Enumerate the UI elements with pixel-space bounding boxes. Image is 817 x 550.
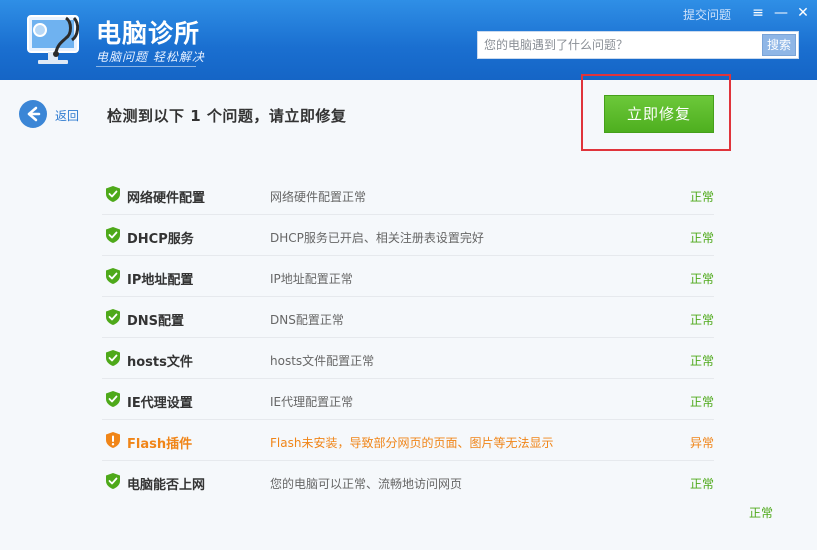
- check-name: DNS配置: [127, 314, 185, 329]
- check-name: hosts文件: [127, 355, 193, 370]
- submit-question-link[interactable]: 提交问题: [683, 6, 731, 23]
- shield-check-icon: [106, 473, 120, 489]
- arrow-left-icon: [27, 106, 41, 122]
- check-desc: Flash未安装，导致部分网页的页面、图片等无法显示: [270, 436, 554, 450]
- menu-icon[interactable]: ≡: [749, 4, 767, 22]
- minimize-icon[interactable]: —: [772, 4, 790, 22]
- check-name: DHCP服务: [127, 232, 194, 247]
- search-box: 搜索: [477, 31, 799, 59]
- check-row-network-hardware: 网络硬件配置 网络硬件配置正常 正常: [102, 174, 714, 215]
- check-row-flash: Flash插件 Flash未安装，导致部分网页的页面、图片等无法显示 异常: [102, 420, 714, 461]
- check-status: 正常: [689, 395, 714, 409]
- check-desc: hosts文件配置正常: [270, 354, 375, 368]
- check-status: 正常: [689, 190, 714, 204]
- shield-check-icon: [106, 350, 120, 366]
- shield-check-icon: [106, 268, 120, 284]
- shield-check-icon: [106, 391, 120, 407]
- check-status: 正常: [689, 272, 714, 286]
- back-button[interactable]: [19, 100, 47, 128]
- title-bar: 电脑诊所 电脑问题 轻松解决 提交问题 ≡ — ✕ 搜索: [0, 0, 817, 80]
- monitor-stethoscope-logo-icon: [27, 15, 80, 64]
- search-button[interactable]: 搜索: [762, 34, 796, 56]
- app-slogan: 电脑问题 轻松解决: [96, 50, 205, 64]
- shield-check-icon: [106, 309, 120, 325]
- app-title: 电脑诊所: [96, 19, 201, 48]
- search-input[interactable]: [478, 32, 762, 58]
- check-name: IE代理设置: [127, 396, 193, 411]
- fix-now-button[interactable]: 立即修复: [604, 95, 714, 133]
- check-list: 网络硬件配置 网络硬件配置正常 正常 DHCP服务 DHCP服务已开启、相关注册…: [102, 174, 714, 502]
- check-row-dns: DNS配置 DNS配置正常 正常: [102, 297, 714, 338]
- check-desc: IE代理配置正常: [270, 395, 354, 409]
- check-row-hosts: hosts文件 hosts文件配置正常 正常: [102, 338, 714, 379]
- shield-warning-icon: [106, 432, 120, 448]
- main-content: 返回 检测到以下 1 个问题，请立即修复 立即修复 网络硬件配置 网络硬件配置正…: [0, 74, 817, 550]
- check-desc: 网络硬件配置正常: [270, 190, 367, 204]
- check-desc: DNS配置正常: [270, 313, 344, 327]
- check-row-ie-proxy: IE代理设置 IE代理配置正常 正常: [102, 379, 714, 420]
- check-desc: IP地址配置正常: [270, 272, 353, 286]
- check-name: 网络硬件配置: [127, 191, 206, 206]
- problem-headline: 检测到以下 1 个问题，请立即修复: [107, 107, 347, 125]
- extra-status-text: 正常: [749, 506, 774, 520]
- check-row-ip: IP地址配置 IP地址配置正常 正常: [102, 256, 714, 297]
- check-status: 正常: [689, 231, 714, 245]
- check-desc: 您的电脑可以正常、流畅地访问网页: [270, 477, 463, 491]
- check-row-dhcp: DHCP服务 DHCP服务已开启、相关注册表设置完好 正常: [102, 215, 714, 256]
- close-icon[interactable]: ✕: [794, 4, 812, 22]
- slogan-underline: [96, 66, 196, 67]
- check-name: 电脑能否上网: [127, 478, 206, 493]
- check-status: 正常: [689, 477, 714, 491]
- check-desc: DHCP服务已开启、相关注册表设置完好: [270, 231, 484, 245]
- shield-check-icon: [106, 186, 120, 202]
- check-name: Flash插件: [127, 437, 193, 452]
- shield-check-icon: [106, 227, 120, 243]
- check-status: 异常: [689, 436, 714, 450]
- check-row-internet: 电脑能否上网 您的电脑可以正常、流畅地访问网页 正常: [102, 461, 714, 502]
- back-link[interactable]: 返回: [55, 107, 79, 124]
- check-status: 正常: [689, 313, 714, 327]
- check-status: 正常: [689, 354, 714, 368]
- check-name: IP地址配置: [127, 273, 194, 288]
